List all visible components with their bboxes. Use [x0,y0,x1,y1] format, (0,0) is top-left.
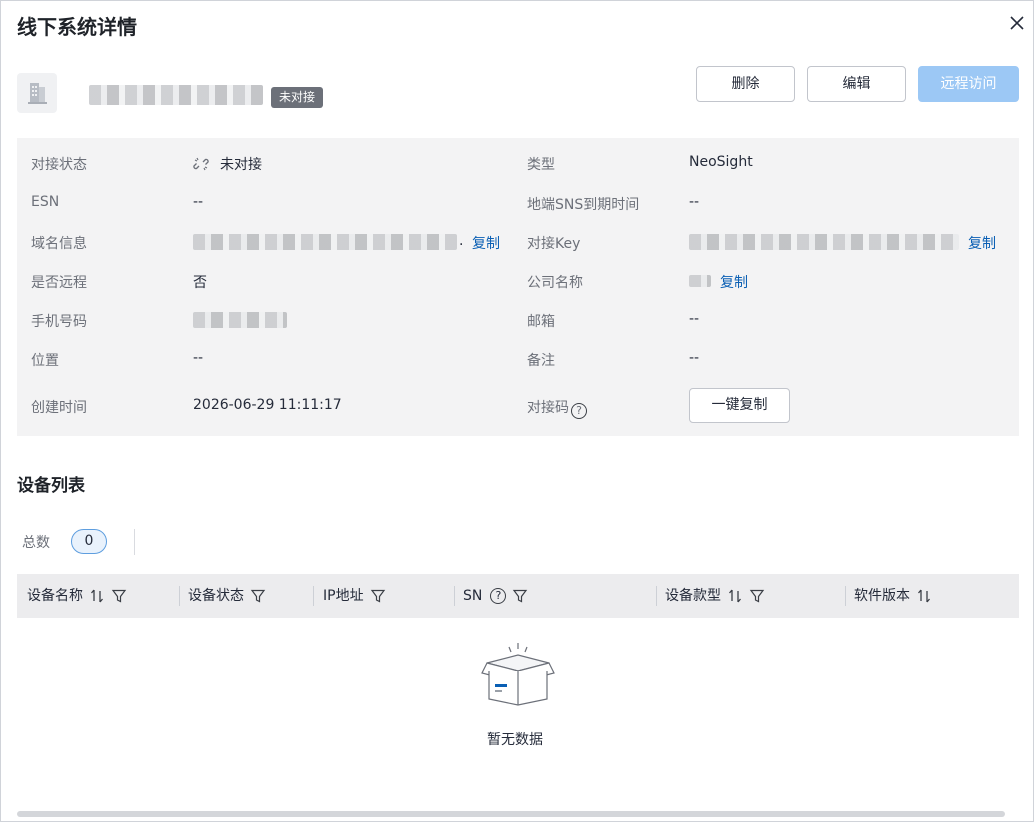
column-divider [845,586,846,606]
label-connect-status: 对接状态 [31,157,87,173]
column-label: 设备款型 [665,588,721,604]
close-icon[interactable] [1007,13,1027,33]
copy-company-link[interactable]: 复制 [720,272,748,292]
label-sns-expiry: 地端SNS到期时间 [527,197,640,213]
status-badge: 未对接 [271,87,324,108]
column-divider [179,586,180,606]
column-divider [656,586,657,606]
sort-icon[interactable] [916,588,932,604]
value-sns-expiry: -- [689,194,700,210]
column-label: 设备状态 [188,588,244,604]
edit-button[interactable]: 编辑 [807,66,906,102]
value-connect-status: 未对接 [220,157,262,173]
sort-icon[interactable] [89,588,105,604]
system-detail-dialog: 线下系统详情 未对接 删除 编辑 远程访问 对接状态 未对接 ESN -- 域名… [0,0,1034,822]
column-sn: SN ? [463,574,528,618]
label-company-name: 公司名称 [527,275,583,291]
total-label: 总数 [22,535,50,551]
empty-box-icon [481,643,555,706]
value-is-remote: 否 [193,275,207,291]
device-list-title: 设备列表 [17,476,85,496]
label-connect-key: 对接Key [527,236,581,252]
total-count-badge: 0 [71,529,107,554]
copy-domain-link[interactable]: 复制 [472,233,500,253]
sort-icon[interactable] [727,588,743,604]
detail-info-panel [17,138,1019,436]
column-ip-address: IP地址 [323,574,386,618]
building-icon [17,73,57,113]
help-icon[interactable]: ? [490,588,507,604]
value-created-time: 2026-06-29 11:11:17 [193,397,342,413]
domain-info-redacted [193,234,457,250]
help-icon[interactable]: ? [571,403,587,419]
remote-access-button[interactable]: 远程访问 [918,66,1019,102]
label-connect-code-text: 对接码 [527,400,569,416]
value-type: NeoSight [689,154,753,170]
dialog-title: 线下系统详情 [17,15,137,39]
column-label: 软件版本 [854,588,910,604]
one-click-copy-button[interactable]: 一键复制 [689,388,790,423]
column-software-version: 软件版本 [854,574,932,618]
delete-button[interactable]: 删除 [696,66,795,102]
label-email: 邮箱 [527,314,555,330]
value-remark: -- [689,350,700,366]
column-divider [313,586,314,606]
label-is-remote: 是否远程 [31,275,87,291]
column-device-model: 设备款型 [665,574,765,618]
connect-key-redacted [689,234,959,250]
label-remark: 备注 [527,353,555,369]
label-domain-info: 域名信息 [31,236,87,252]
column-label: 设备名称 [27,588,83,604]
label-location: 位置 [31,353,59,369]
divider [134,529,135,555]
column-device-status: 设备状态 [188,574,266,618]
system-name-redacted [89,85,263,105]
label-phone: 手机号码 [31,314,87,330]
unlink-icon [193,157,209,171]
device-table-header: 设备名称 设备状态 IP地址 SN ? 设备款型 软件版本 [17,574,1019,618]
copy-key-link[interactable]: 复制 [968,233,996,253]
phone-redacted [193,312,287,328]
column-label: SN [463,588,483,604]
filter-icon[interactable] [111,588,127,604]
value-esn: -- [193,194,204,210]
filter-icon[interactable] [250,588,266,604]
label-type: 类型 [527,157,555,173]
filter-icon[interactable] [512,588,528,604]
label-created-time: 创建时间 [31,400,87,416]
label-connect-code: 对接码? [527,397,587,419]
value-domain-info-suffix: . [459,233,464,249]
label-esn: ESN [31,194,60,210]
horizontal-scrollbar[interactable] [17,811,1005,817]
column-label: IP地址 [323,588,364,604]
empty-state-text: 暂无数据 [487,732,543,748]
filter-icon[interactable] [370,588,386,604]
column-divider [454,586,455,606]
filter-icon[interactable] [749,588,765,604]
company-name-redacted [689,275,711,287]
value-email: -- [689,311,700,327]
value-location: -- [193,350,204,366]
column-device-name: 设备名称 [27,574,127,618]
